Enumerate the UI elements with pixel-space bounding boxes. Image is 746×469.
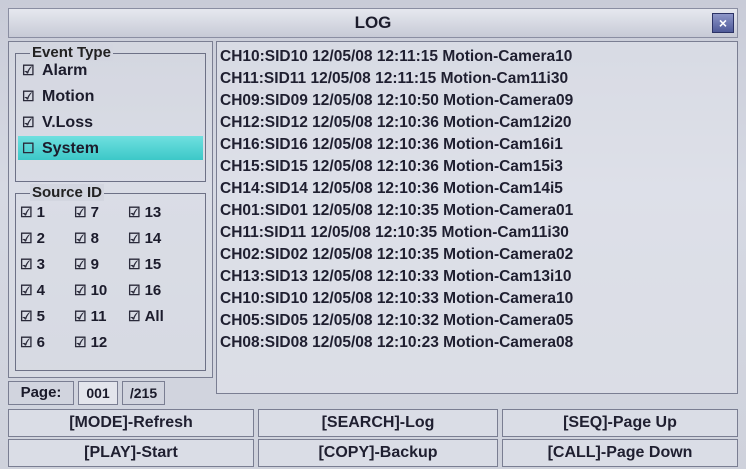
log-entry[interactable]: CH16:SID16 12/05/08 12:10:36 Motion-Cam1… <box>220 134 563 156</box>
page-total: /215 <box>122 381 165 405</box>
source-id-label: 2 <box>36 230 45 247</box>
log-entry[interactable]: CH13:SID13 12/05/08 12:10:33 Motion-Cam1… <box>220 266 572 288</box>
checkbox-checked-icon: ☑ <box>74 256 87 272</box>
source-id-11[interactable]: ☑ 11 <box>74 305 106 327</box>
source-id-all[interactable]: ☑ All <box>128 305 164 327</box>
event-type-motion[interactable]: ☑ Motion <box>22 84 94 108</box>
filter-panel: Event Type ☑ Alarm ☑ Motion ☑ V.Loss ☐ Syste… <box>8 41 213 378</box>
checkbox-checked-icon: ☑ <box>20 282 33 298</box>
source-id-9[interactable]: ☑ 9 <box>74 253 99 275</box>
source-id-label: 10 <box>90 282 108 299</box>
source-id-label: 3 <box>36 256 45 273</box>
checkbox-unchecked-icon: ☐ <box>22 140 35 156</box>
source-id-label: 15 <box>144 256 162 273</box>
log-entry[interactable]: CH11:SID11 12/05/08 12:10:35 Motion-Cam1… <box>220 222 569 244</box>
source-id-label: 6 <box>36 334 45 351</box>
source-id-7[interactable]: ☑ 7 <box>74 201 99 223</box>
start-playback-button[interactable]: [PLAY]-Start <box>8 439 254 467</box>
source-id-label: All <box>144 308 164 325</box>
source-id-label: 11 <box>90 308 107 325</box>
log-entry[interactable]: CH14:SID14 12/05/08 12:10:36 Motion-Cam1… <box>220 178 563 200</box>
checkbox-checked-icon: ☑ <box>74 308 87 324</box>
log-entry[interactable]: CH01:SID01 12/05/08 12:10:35 Motion-Came… <box>220 200 573 222</box>
search-log-button[interactable]: [SEARCH]-Log <box>258 409 498 437</box>
checkbox-checked-icon: ☑ <box>20 308 33 324</box>
close-icon[interactable]: × <box>712 13 734 33</box>
log-entry[interactable]: CH10:SID10 12/05/08 12:10:33 Motion-Came… <box>220 288 573 310</box>
log-list[interactable]: CH10:SID10 12/05/08 12:11:15 Motion-Came… <box>216 41 738 394</box>
backup-button[interactable]: [COPY]-Backup <box>258 439 498 467</box>
checkbox-checked-icon: ☑ <box>22 88 35 104</box>
source-id-label: 1 <box>36 204 45 221</box>
source-id-14[interactable]: ☑ 14 <box>128 227 161 249</box>
source-id-label: 9 <box>90 256 99 273</box>
source-id-label: 5 <box>36 308 45 325</box>
source-id-10[interactable]: ☑ 10 <box>74 279 107 301</box>
checkbox-checked-icon: ☑ <box>20 204 33 220</box>
source-id-3[interactable]: ☑ 3 <box>20 253 45 275</box>
source-id-2[interactable]: ☑ 2 <box>20 227 45 249</box>
event-type-alarm[interactable]: ☑ Alarm <box>22 58 87 82</box>
checkbox-checked-icon: ☑ <box>128 204 141 220</box>
source-id-6[interactable]: ☑ 6 <box>20 331 45 353</box>
source-id-15[interactable]: ☑ 15 <box>128 253 161 275</box>
source-id-12[interactable]: ☑ 12 <box>74 331 107 353</box>
log-entry[interactable]: CH02:SID02 12/05/08 12:10:35 Motion-Came… <box>220 244 573 266</box>
event-type-system[interactable]: ☐ System <box>18 136 203 160</box>
event-type-group: Event Type ☑ Alarm ☑ Motion ☑ V.Loss ☐ Syste… <box>15 44 206 182</box>
checkbox-checked-icon: ☑ <box>128 230 141 246</box>
page-up-button[interactable]: [SEQ]-Page Up <box>502 409 738 437</box>
source-id-label: 16 <box>144 282 162 299</box>
page-number-input[interactable]: 001 <box>78 381 118 405</box>
source-id-label: 8 <box>90 230 99 247</box>
page-down-button[interactable]: [CALL]-Page Down <box>502 439 738 467</box>
checkbox-checked-icon: ☑ <box>74 282 87 298</box>
checkbox-checked-icon: ☑ <box>22 62 35 78</box>
source-id-group: Source ID ☑ 1 ☑ 7 ☑ 13 ☑ 2 ☑ 8 ☑ 14 ☑ 3 ☑ 9 ☑ 15 … <box>15 184 206 371</box>
source-id-label: 13 <box>144 204 162 221</box>
refresh-button[interactable]: [MODE]-Refresh <box>8 409 254 437</box>
log-entry[interactable]: CH08:SID08 12/05/08 12:10:23 Motion-Came… <box>220 332 573 354</box>
source-id-label: 7 <box>90 204 99 221</box>
event-type-label: Alarm <box>42 62 88 79</box>
checkbox-checked-icon: ☑ <box>20 230 33 246</box>
checkbox-checked-icon: ☑ <box>20 256 33 272</box>
window-title: LOG <box>354 13 392 32</box>
source-id-label: 12 <box>90 334 108 351</box>
log-entry[interactable]: CH05:SID05 12/05/08 12:10:32 Motion-Came… <box>220 310 573 332</box>
source-id-8[interactable]: ☑ 8 <box>74 227 99 249</box>
log-screen: LOG × Event Type ☑ Alarm ☑ Motion ☑ V.Loss … <box>0 0 746 469</box>
log-entry[interactable]: CH12:SID12 12/05/08 12:10:36 Motion-Cam1… <box>220 112 572 134</box>
page-label: Page: <box>8 381 74 405</box>
checkbox-checked-icon: ☑ <box>20 334 33 350</box>
source-id-label: 4 <box>36 282 45 299</box>
source-id-1[interactable]: ☑ 1 <box>20 201 45 223</box>
title-bar: LOG × <box>8 8 738 38</box>
checkbox-checked-icon: ☑ <box>74 230 87 246</box>
source-id-4[interactable]: ☑ 4 <box>20 279 45 301</box>
source-id-legend: Source ID <box>30 184 105 201</box>
log-entry[interactable]: CH09:SID09 12/05/08 12:10:50 Motion-Came… <box>220 90 573 112</box>
log-entry[interactable]: CH11:SID11 12/05/08 12:11:15 Motion-Cam1… <box>220 68 568 90</box>
source-id-5[interactable]: ☑ 5 <box>20 305 45 327</box>
checkbox-checked-icon: ☑ <box>128 282 141 298</box>
source-id-label: 14 <box>144 230 162 247</box>
event-type-vloss[interactable]: ☑ V.Loss <box>22 110 93 134</box>
checkbox-checked-icon: ☑ <box>128 256 141 272</box>
event-type-label: Motion <box>42 88 95 105</box>
checkbox-checked-icon: ☑ <box>128 308 141 324</box>
source-id-16[interactable]: ☑ 16 <box>128 279 161 301</box>
event-type-label: System <box>42 140 99 157</box>
log-entry[interactable]: CH10:SID10 12/05/08 12:11:15 Motion-Came… <box>220 46 572 68</box>
checkbox-checked-icon: ☑ <box>74 334 87 350</box>
checkbox-checked-icon: ☑ <box>74 204 87 220</box>
source-id-13[interactable]: ☑ 13 <box>128 201 161 223</box>
log-entry[interactable]: CH15:SID15 12/05/08 12:10:36 Motion-Cam1… <box>220 156 563 178</box>
event-type-label: V.Loss <box>42 114 93 131</box>
checkbox-checked-icon: ☑ <box>22 114 35 130</box>
